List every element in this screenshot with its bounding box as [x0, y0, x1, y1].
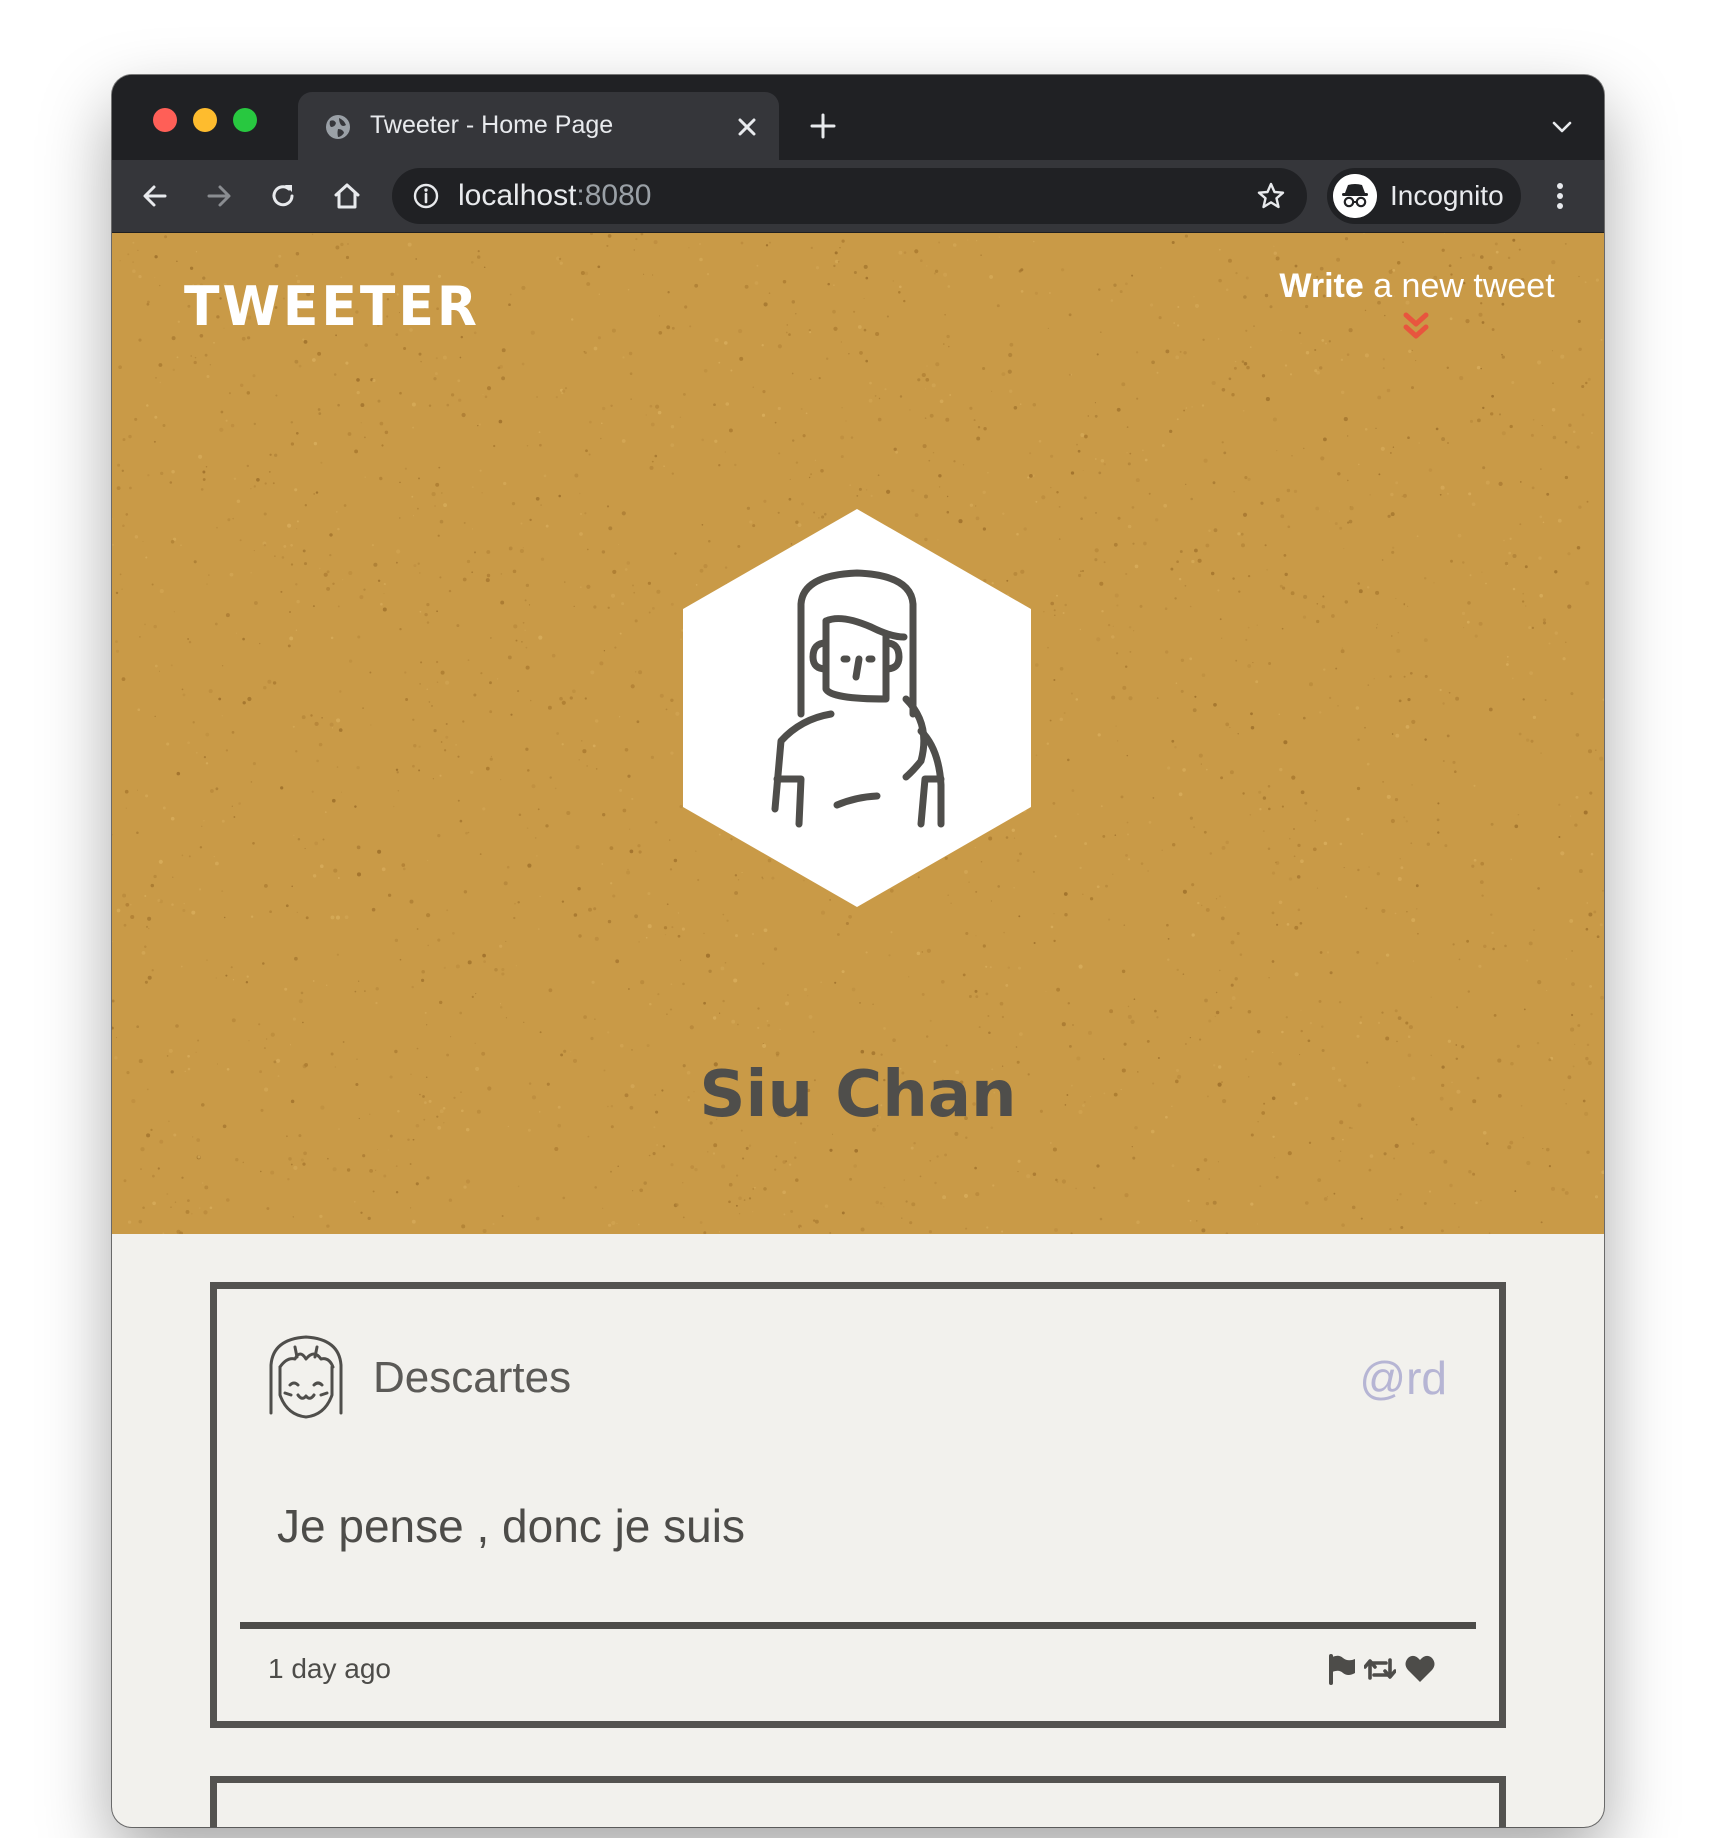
smiling-girl-avatar-icon	[269, 1335, 343, 1419]
profile-label: Incognito	[1390, 180, 1504, 211]
heart-icon[interactable]	[1404, 1653, 1436, 1685]
profile-name: Siu Chan	[699, 1058, 1017, 1132]
browser-window: Tweeter - Home Page localhost:8080 Incog…	[112, 75, 1604, 1827]
tweet-author-name: Descartes	[373, 1353, 572, 1402]
active-tab[interactable]: Tweeter - Home Page	[298, 92, 779, 160]
tweet-timestamp: 1 day ago	[268, 1653, 391, 1684]
plus-icon[interactable]	[808, 111, 838, 141]
retweet-icon[interactable]	[1364, 1653, 1396, 1685]
globe-icon	[326, 115, 350, 139]
maximize-window-button[interactable]	[233, 108, 257, 132]
minimize-window-button[interactable]	[193, 108, 217, 132]
tweet-content: Je pense , donc je suis	[277, 1500, 745, 1552]
write-tweet-rest: a new tweet	[1363, 267, 1555, 305]
double-chevron-down-icon[interactable]	[1402, 311, 1430, 343]
arrow-right-icon[interactable]	[203, 180, 235, 212]
site-logo[interactable]: TWEETER	[184, 276, 480, 339]
write-tweet-label: Write a new tweet	[1267, 267, 1567, 306]
home-icon[interactable]	[331, 180, 363, 212]
url-port: :8080	[576, 179, 652, 212]
tab-title: Tweeter - Home Page	[370, 111, 614, 139]
browser-toolbar: localhost:8080 Incognito	[112, 160, 1604, 233]
woman-avatar-icon	[683, 509, 1031, 907]
tweet-author-handle[interactable]: @rd	[1359, 1351, 1447, 1405]
write-tweet-toggle[interactable]: Write a new tweet	[1267, 267, 1567, 343]
page-viewport[interactable]: TWEETER Write a new tweet Siu Chan Desca…	[112, 233, 1604, 1827]
profile-header: TWEETER Write a new tweet Siu Chan	[112, 233, 1604, 1234]
info-icon[interactable]	[412, 182, 440, 210]
chevron-down-icon[interactable]	[1550, 115, 1574, 139]
tweet-divider	[240, 1622, 1476, 1629]
tweet-card: Descartes @rd Je pense , donc je suis 1 …	[210, 1282, 1506, 1728]
write-tweet-strong: Write	[1279, 267, 1364, 305]
profile-button[interactable]: Incognito	[1327, 168, 1521, 224]
tweet-card	[210, 1776, 1506, 1827]
url-text: localhost:8080	[458, 179, 651, 213]
address-bar[interactable]: localhost:8080	[392, 168, 1307, 224]
close-window-button[interactable]	[153, 108, 177, 132]
url-host: localhost	[458, 179, 577, 212]
arrow-left-icon[interactable]	[139, 180, 171, 212]
flag-icon[interactable]	[1325, 1653, 1357, 1685]
reload-icon[interactable]	[267, 180, 299, 212]
close-icon[interactable]	[734, 114, 760, 140]
kebab-menu-icon[interactable]	[1552, 178, 1568, 214]
tab-strip: Tweeter - Home Page	[112, 75, 1604, 160]
star-icon[interactable]	[1255, 180, 1287, 212]
incognito-icon	[1333, 174, 1377, 218]
